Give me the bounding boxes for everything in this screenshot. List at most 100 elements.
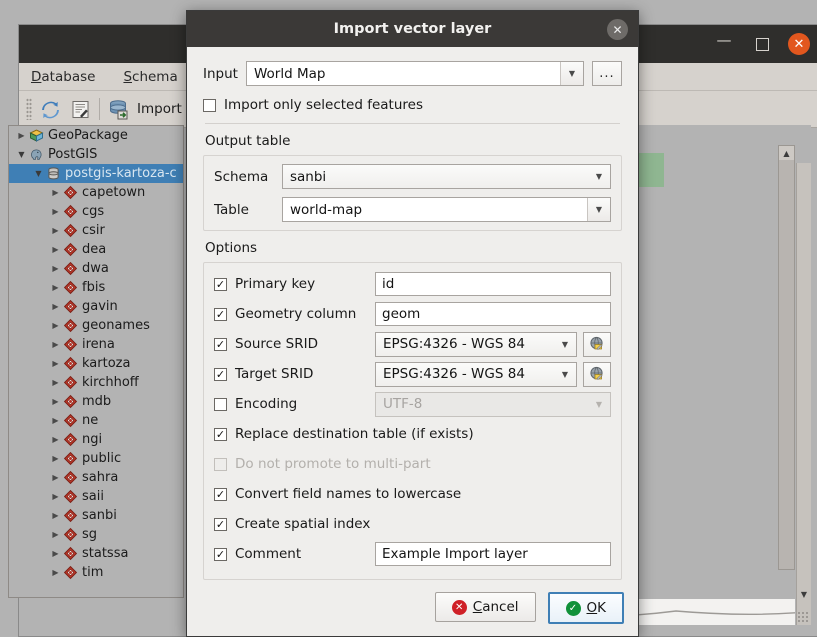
tree-item-csir[interactable]: ▶ csir [9, 221, 183, 240]
tree-item-kirchhoff[interactable]: ▶ kirchhoff [9, 373, 183, 392]
chevron-right-icon[interactable]: ▶ [49, 511, 62, 520]
target-srid-checkbox[interactable]: ✓ [214, 367, 227, 381]
tree-item-postgis-kartoza-c[interactable]: ▼ postgis-kartoza-c [9, 164, 183, 183]
chevron-right-icon[interactable]: ▶ [49, 340, 62, 349]
ok-icon: ✓ [565, 600, 581, 616]
input-select[interactable]: World Map ▼ [245, 61, 584, 86]
primary-key-checkbox[interactable]: ✓ [214, 277, 227, 291]
menu-database[interactable]: Database [27, 67, 99, 87]
source-crs-globe-icon[interactable] [583, 331, 611, 357]
tree-item-mdb[interactable]: ▶ mdb [9, 392, 183, 411]
source-srid-select[interactable]: EPSG:4326 - WGS 84 ▼ [375, 331, 577, 357]
tree-item-postgis[interactable]: ▼ PostGIS [9, 145, 183, 164]
tree-item-label: capetown [82, 185, 146, 200]
source-srid-checkbox[interactable]: ✓ [214, 337, 227, 351]
geometry-column-checkbox[interactable]: ✓ [214, 307, 227, 321]
replace-destination-checkbox[interactable]: ✓ [214, 427, 227, 441]
chevron-right-icon[interactable]: ▶ [49, 302, 62, 311]
cancel-button[interactable]: ✕ Cancel [434, 592, 536, 622]
chevron-right-icon[interactable]: ▶ [49, 245, 62, 254]
chevron-right-icon[interactable]: ▶ [49, 568, 62, 577]
chevron-right-icon[interactable]: ▶ [49, 283, 62, 292]
chevron-right-icon[interactable]: ▶ [49, 321, 62, 330]
target-srid-select[interactable]: EPSG:4326 - WGS 84 ▼ [375, 361, 577, 387]
comment-checkbox[interactable]: ✓ [214, 547, 227, 561]
close-icon[interactable]: ✕ [788, 33, 810, 55]
refresh-icon[interactable] [35, 95, 65, 123]
tree-item-fbis[interactable]: ▶ fbis [9, 278, 183, 297]
chevron-right-icon[interactable]: ▶ [49, 188, 62, 197]
chevron-down-icon[interactable]: ▼ [554, 370, 576, 379]
encoding-checkbox[interactable]: ✓ [214, 397, 227, 411]
chevron-down-icon[interactable]: ▼ [32, 169, 45, 178]
menu-schema[interactable]: Schema [119, 67, 181, 87]
minimize-icon[interactable]: — [712, 32, 736, 56]
chevron-right-icon[interactable]: ▶ [49, 378, 62, 387]
chevron-right-icon[interactable]: ▶ [49, 207, 62, 216]
spatial-index-checkbox[interactable]: ✓ [214, 517, 227, 531]
tree-item-public[interactable]: ▶ public [9, 449, 183, 468]
providers-tree[interactable]: ▶ GeoPackage ▼ PostGIS ▼ postgis-kartoza-c ▶ ca… [8, 125, 184, 598]
scroll-down-icon[interactable]: ▼ [797, 587, 811, 601]
tree-item-sg[interactable]: ▶ sg [9, 525, 183, 544]
chevron-right-icon[interactable]: ▶ [49, 359, 62, 368]
chevron-right-icon[interactable]: ▶ [49, 435, 62, 444]
tree-item-kartoza[interactable]: ▶ kartoza [9, 354, 183, 373]
cancel-button-label: Cancel [472, 599, 519, 615]
tree-item-dwa[interactable]: ▶ dwa [9, 259, 183, 278]
scroll-up-icon[interactable]: ▲ [779, 146, 794, 160]
tree-item-saii[interactable]: ▶ saii [9, 487, 183, 506]
chevron-right-icon[interactable]: ▶ [49, 226, 62, 235]
chevron-down-icon[interactable]: ▼ [587, 198, 610, 221]
chevron-right-icon[interactable]: ▶ [49, 549, 62, 558]
tree-item-geopackage[interactable]: ▶ GeoPackage [9, 126, 183, 145]
tree-item-ne[interactable]: ▶ ne [9, 411, 183, 430]
ok-button[interactable]: ✓ OK [547, 592, 624, 624]
geometry-column-input[interactable]: geom [375, 302, 611, 326]
chevron-right-icon[interactable]: ▶ [49, 397, 62, 406]
lowercase-fields-checkbox[interactable]: ✓ [214, 487, 227, 501]
spatial-index-row[interactable]: ✓ Create spatial index [214, 509, 611, 539]
tree-item-dea[interactable]: ▶ dea [9, 240, 183, 259]
import-layer-icon[interactable] [104, 95, 134, 123]
import-selected-checkbox[interactable]: ✓ [203, 98, 216, 112]
toolbar-grip[interactable] [26, 98, 32, 120]
tree-item-gavin[interactable]: ▶ gavin [9, 297, 183, 316]
close-icon[interactable]: ✕ [607, 19, 628, 40]
resize-grip[interactable] [797, 611, 809, 623]
chevron-right-icon[interactable]: ▶ [49, 530, 62, 539]
maximize-icon[interactable] [750, 32, 774, 56]
panel-scrollbar[interactable]: ▼ [796, 163, 811, 625]
chevron-right-icon[interactable]: ▶ [15, 131, 28, 140]
tree-item-irena[interactable]: ▶ irena [9, 335, 183, 354]
chevron-right-icon[interactable]: ▶ [49, 416, 62, 425]
table-select[interactable]: world-map ▼ [282, 197, 611, 222]
target-crs-globe-icon[interactable] [583, 361, 611, 387]
tree-item-sanbi[interactable]: ▶ sanbi [9, 506, 183, 525]
chevron-down-icon[interactable]: ▼ [554, 340, 576, 349]
tree-item-sahra[interactable]: ▶ sahra [9, 468, 183, 487]
schema-select[interactable]: sanbi ▼ [282, 164, 611, 189]
chevron-down-icon[interactable]: ▼ [560, 62, 583, 85]
chevron-down-icon[interactable]: ▼ [588, 172, 610, 181]
browse-button[interactable]: ... [592, 61, 622, 86]
chevron-right-icon[interactable]: ▶ [49, 492, 62, 501]
replace-destination-row[interactable]: ✓ Replace destination table (if exists) [214, 419, 611, 449]
chevron-down-icon[interactable]: ▼ [15, 150, 28, 159]
tree-item-capetown[interactable]: ▶ capetown [9, 183, 183, 202]
tree-item-geonames[interactable]: ▶ geonames [9, 316, 183, 335]
chevron-right-icon[interactable]: ▶ [49, 264, 62, 273]
import-selected-row[interactable]: ✓ Import only selected features [203, 97, 622, 113]
chevron-right-icon[interactable]: ▶ [49, 473, 62, 482]
comment-input[interactable]: Example Import layer [375, 542, 611, 566]
sql-window-icon[interactable] [65, 95, 95, 123]
tree-item-statssa[interactable]: ▶ statssa [9, 544, 183, 563]
lowercase-fields-row[interactable]: ✓ Convert field names to lowercase [214, 479, 611, 509]
tree-item-cgs[interactable]: ▶ cgs [9, 202, 183, 221]
tree-item-tim[interactable]: ▶ tim [9, 563, 183, 582]
info-scrollbar[interactable]: ▲ [778, 145, 795, 570]
tree-item-ngi[interactable]: ▶ ngi [9, 430, 183, 449]
primary-key-input[interactable]: id [375, 272, 611, 296]
tree-item-label: tim [82, 565, 104, 580]
chevron-right-icon[interactable]: ▶ [49, 454, 62, 463]
